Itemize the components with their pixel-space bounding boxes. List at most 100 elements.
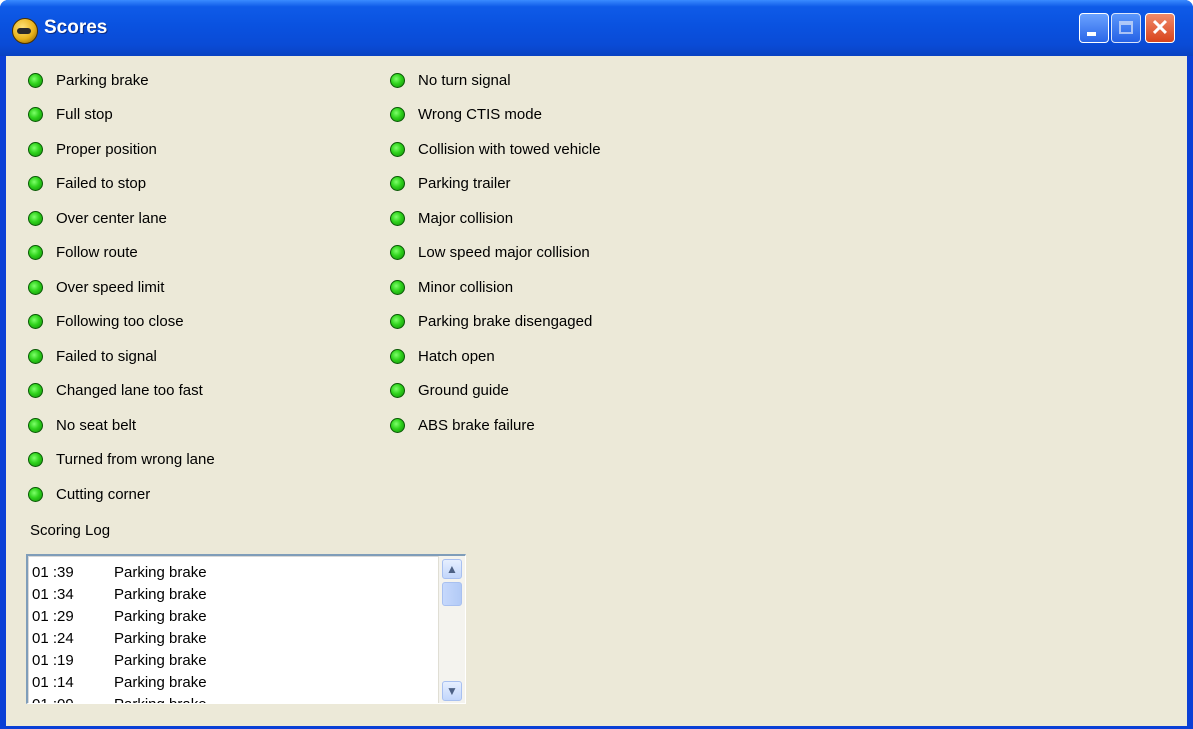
indicator-item: Parking brake xyxy=(28,68,149,92)
indicator-label: Low speed major collision xyxy=(418,244,590,261)
indicator-item: ABS brake failure xyxy=(390,413,535,437)
indicator-label: Hatch open xyxy=(418,347,495,365)
indicator-item: Major collision xyxy=(390,206,513,230)
indicator-item: Parking brake disengaged xyxy=(390,310,592,334)
indicator-label: Minor collision xyxy=(418,278,514,296)
status-led-icon xyxy=(28,452,43,467)
indicator-label: ABS brake failure xyxy=(418,416,535,434)
status-led-icon xyxy=(390,348,405,364)
status-led-icon xyxy=(28,348,43,364)
window-client-area: Parking brake Full stop Proper position Fai… xyxy=(6,56,1187,726)
status-led-icon xyxy=(390,141,405,157)
indicator-label: Following too close xyxy=(56,313,184,330)
status-led-icon xyxy=(28,245,43,260)
log-event: Parking brake xyxy=(114,652,207,669)
indicator-label: Turned from wrong lane xyxy=(56,451,215,468)
status-led-icon xyxy=(28,417,43,433)
indicator-label: Proper position xyxy=(56,140,157,158)
indicator-label: Cutting corner xyxy=(56,485,151,503)
log-row[interactable]: 01 :29 Parking brake xyxy=(28,606,438,628)
log-time: 01 :24 xyxy=(32,630,74,647)
log-time: 01 :34 xyxy=(32,586,74,603)
status-led-icon xyxy=(28,107,43,122)
indicator-item: Over speed limit xyxy=(28,275,164,299)
close-icon: ✕ xyxy=(1150,15,1170,40)
log-time: 01 :09 xyxy=(32,694,74,703)
scroll-up-button[interactable]: ▲ xyxy=(442,559,462,579)
status-led-icon xyxy=(390,245,405,260)
scroll-down-button[interactable]: ▼ xyxy=(442,681,462,701)
status-led-icon xyxy=(28,176,43,191)
indicator-label: Over center lane xyxy=(56,209,167,227)
indicator-label: Parking trailer xyxy=(418,175,511,192)
maximize-button[interactable] xyxy=(1111,13,1141,43)
indicator-label: Wrong CTIS mode xyxy=(418,106,542,123)
log-event: Parking brake xyxy=(114,586,207,603)
status-led-icon xyxy=(390,72,405,88)
status-led-icon xyxy=(390,417,405,433)
indicator-item: Cutting corner xyxy=(28,482,150,506)
minimize-button[interactable] xyxy=(1079,13,1109,43)
log-time: 01 :19 xyxy=(32,652,74,669)
status-led-icon xyxy=(390,383,405,398)
status-led-icon xyxy=(28,486,43,502)
log-event: Parking brake xyxy=(114,694,207,703)
status-led-icon xyxy=(390,279,405,295)
indicator-label: Full stop xyxy=(56,106,113,123)
status-led-icon xyxy=(390,176,405,191)
indicator-label: Changed lane too fast xyxy=(56,382,203,399)
scores-window: Scores ✕ Parking brake Full stop Proper po… xyxy=(0,0,1193,729)
window-title: Scores xyxy=(44,17,108,38)
log-row[interactable]: 01 :24 Parking brake xyxy=(28,628,438,650)
chevron-up-icon: ▲ xyxy=(446,562,458,576)
status-led-icon xyxy=(28,72,43,88)
log-event: Parking brake xyxy=(114,564,207,581)
status-led-icon xyxy=(28,279,43,295)
indicator-item: Wrong CTIS mode xyxy=(390,103,542,127)
indicator-item: Low speed major collision xyxy=(390,241,590,265)
scoring-log-scrollbar[interactable]: ▲ ▼ xyxy=(438,556,465,703)
indicator-label: Collision with towed vehicle xyxy=(418,140,601,158)
maximize-icon xyxy=(1119,21,1133,34)
status-led-icon xyxy=(28,141,43,157)
indicator-label: Major collision xyxy=(418,209,514,227)
log-time: 01 :29 xyxy=(32,608,74,625)
title-bar[interactable]: Scores ✕ xyxy=(0,0,1193,56)
indicator-item: Collision with towed vehicle xyxy=(390,137,601,161)
scoring-log-listbox[interactable]: 01 :39 Parking brake 01 :34 Parking brake 01… xyxy=(26,554,466,704)
minimize-icon xyxy=(1087,32,1096,36)
indicator-label: Failed to signal xyxy=(56,347,157,365)
log-event: Parking brake xyxy=(114,674,207,691)
indicator-item: Proper position xyxy=(28,137,157,161)
indicator-label: Parking brake disengaged xyxy=(418,313,593,330)
log-time: 01 :39 xyxy=(32,564,74,581)
app-icon[interactable] xyxy=(12,18,38,44)
indicator-item: Follow route xyxy=(28,241,138,265)
status-led-icon xyxy=(28,383,43,398)
indicator-label: Failed to stop xyxy=(56,175,147,192)
status-led-icon xyxy=(28,210,43,226)
indicator-item: Hatch open xyxy=(390,344,495,368)
scoring-log-label: Scoring Log xyxy=(30,522,111,539)
indicator-item: Ground guide xyxy=(390,379,509,403)
log-row[interactable]: 01 :09 Parking brake xyxy=(28,694,438,703)
log-row[interactable]: 01 :19 Parking brake xyxy=(28,650,438,672)
log-time: 01 :14 xyxy=(32,674,74,691)
indicator-label: No turn signal xyxy=(418,71,511,89)
status-led-icon xyxy=(390,210,405,226)
log-row[interactable]: 01 :14 Parking brake xyxy=(28,672,438,694)
close-button[interactable]: ✕ xyxy=(1145,13,1175,43)
indicator-item: Turned from wrong lane xyxy=(28,448,215,472)
status-led-icon xyxy=(28,314,43,329)
indicator-label: Ground guide xyxy=(418,382,509,399)
status-led-icon xyxy=(390,314,405,329)
log-row[interactable]: 01 :34 Parking brake xyxy=(28,584,438,606)
indicator-item: No turn signal xyxy=(390,68,511,92)
log-event: Parking brake xyxy=(114,608,207,625)
scoring-log-rows: 01 :39 Parking brake 01 :34 Parking brake 01… xyxy=(28,562,438,703)
indicator-item: Minor collision xyxy=(390,275,513,299)
status-led-icon xyxy=(390,107,405,122)
indicator-item: Over center lane xyxy=(28,206,167,230)
log-row[interactable]: 01 :39 Parking brake xyxy=(28,562,438,584)
scroll-thumb[interactable] xyxy=(442,582,462,606)
